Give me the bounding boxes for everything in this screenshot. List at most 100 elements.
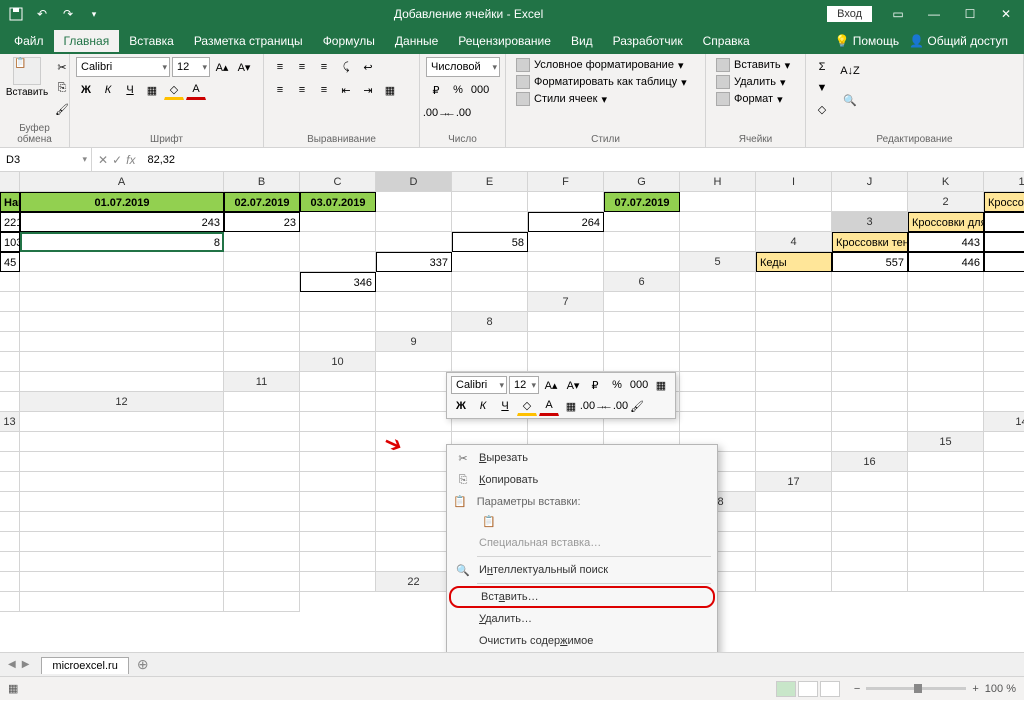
cell[interactable] xyxy=(528,332,604,352)
cancel-fx-icon[interactable]: ✕ xyxy=(98,153,108,167)
mini-borders-icon[interactable]: ▦ xyxy=(561,396,581,416)
cell[interactable] xyxy=(224,452,300,472)
autosum-icon[interactable]: Σ xyxy=(812,57,832,77)
cell[interactable] xyxy=(224,472,300,492)
comma-icon[interactable]: 000 xyxy=(470,80,490,100)
cell[interactable] xyxy=(452,292,528,312)
format-table-button[interactable]: Форматировать как таблицу ▾ xyxy=(512,74,691,90)
increase-font-icon[interactable]: A▴ xyxy=(212,57,232,77)
redo-icon[interactable]: ↷ xyxy=(56,2,80,26)
cell[interactable] xyxy=(376,452,452,472)
col-header[interactable]: J xyxy=(832,172,908,192)
cell[interactable] xyxy=(832,492,908,512)
cell[interactable] xyxy=(832,372,908,392)
cell[interactable] xyxy=(984,292,1024,312)
col-header[interactable]: B xyxy=(224,172,300,192)
cell[interactable] xyxy=(376,212,452,232)
mini-merge-icon[interactable]: ▦ xyxy=(651,375,671,395)
cell[interactable] xyxy=(300,392,376,412)
mini-dec-inc-icon[interactable]: .00→ xyxy=(583,396,603,416)
cell[interactable] xyxy=(984,552,1024,572)
cell[interactable] xyxy=(756,312,832,332)
underline-button[interactable]: Ч xyxy=(120,80,140,100)
outdent-icon[interactable]: ⇤ xyxy=(336,80,356,100)
qat-dropdown-icon[interactable]: ▾ xyxy=(82,2,106,26)
cell[interactable] xyxy=(20,512,224,532)
cell[interactable] xyxy=(756,192,832,212)
cell[interactable] xyxy=(376,232,452,252)
cell[interactable] xyxy=(984,332,1024,352)
cell[interactable] xyxy=(832,292,908,312)
cell[interactable] xyxy=(984,572,1024,592)
cell[interactable] xyxy=(908,412,984,432)
cell[interactable] xyxy=(908,492,984,512)
row-header[interactable]: 7 xyxy=(528,292,604,312)
cell[interactable] xyxy=(452,192,528,212)
cell[interactable] xyxy=(300,372,376,392)
col-header[interactable]: G xyxy=(604,172,680,192)
cell[interactable] xyxy=(20,492,224,512)
close-icon[interactable]: ✕ xyxy=(988,0,1024,28)
fx-icon[interactable]: fx xyxy=(126,153,135,167)
cell[interactable]: 103 xyxy=(0,232,20,252)
cell[interactable] xyxy=(832,572,908,592)
bold-button[interactable]: Ж xyxy=(76,80,96,100)
cell[interactable] xyxy=(224,532,300,552)
clear-icon[interactable]: ◇ xyxy=(812,99,832,119)
cell[interactable] xyxy=(604,332,680,352)
col-header[interactable]: D xyxy=(376,172,452,192)
cell[interactable] xyxy=(376,552,452,572)
cell[interactable] xyxy=(452,252,528,272)
formula-input[interactable]: 82,32 xyxy=(141,154,1024,166)
cell[interactable] xyxy=(0,552,20,572)
cell[interactable] xyxy=(756,392,832,412)
number-format-combo[interactable]: Числовой xyxy=(426,57,500,77)
mini-size-combo[interactable]: 12 xyxy=(509,376,539,394)
cell[interactable] xyxy=(832,472,908,492)
cell[interactable]: Кроссовки беговые xyxy=(984,192,1024,212)
cell[interactable] xyxy=(0,492,20,512)
cell[interactable] xyxy=(300,452,376,472)
cell[interactable]: 221 xyxy=(0,212,20,232)
cell[interactable] xyxy=(452,272,528,292)
cell[interactable] xyxy=(224,572,300,592)
mini-italic[interactable]: К xyxy=(473,396,493,416)
mini-fill-icon[interactable]: ◇ xyxy=(517,396,537,416)
row-header[interactable]: 13 xyxy=(0,412,20,432)
tab-home[interactable]: Главная xyxy=(54,30,120,52)
cell[interactable] xyxy=(680,392,756,412)
enter-fx-icon[interactable]: ✓ xyxy=(112,153,122,167)
cell[interactable] xyxy=(756,512,832,532)
cell[interactable] xyxy=(908,272,984,292)
cell[interactable] xyxy=(376,532,452,552)
tab-file[interactable]: Файл xyxy=(4,30,54,52)
format-cells-button[interactable]: Формат ▾ xyxy=(712,91,794,107)
cell[interactable] xyxy=(528,272,604,292)
sheet-next-icon[interactable]: ▶ xyxy=(22,659,30,670)
row-header[interactable]: 1 xyxy=(984,172,1024,192)
row-header[interactable]: 2 xyxy=(908,192,984,212)
cell[interactable] xyxy=(0,272,20,292)
ctx-cut[interactable]: ✂Вырезать xyxy=(449,447,715,469)
font-size-combo[interactable]: 12 xyxy=(172,57,210,77)
share-button[interactable]: 👤 Общий доступ xyxy=(909,34,1008,48)
cell[interactable] xyxy=(224,592,300,612)
mini-bold[interactable]: Ж xyxy=(451,396,471,416)
cell[interactable] xyxy=(376,272,452,292)
cell[interactable] xyxy=(20,372,224,392)
name-box[interactable]: D3 xyxy=(0,148,92,171)
cell[interactable] xyxy=(0,352,20,372)
cell[interactable] xyxy=(680,232,756,252)
col-header[interactable]: F xyxy=(528,172,604,192)
cell[interactable] xyxy=(452,352,528,372)
cell[interactable] xyxy=(908,352,984,372)
cell[interactable] xyxy=(832,332,908,352)
row-header[interactable]: 10 xyxy=(300,352,376,372)
col-header[interactable]: K xyxy=(908,172,984,192)
sort-filter-icon[interactable]: A↓Z xyxy=(836,57,864,85)
find-icon[interactable]: 🔍 xyxy=(836,86,864,114)
cell[interactable] xyxy=(300,572,376,592)
cell[interactable] xyxy=(984,432,1024,452)
cell[interactable] xyxy=(20,252,224,272)
cell[interactable] xyxy=(0,392,20,412)
